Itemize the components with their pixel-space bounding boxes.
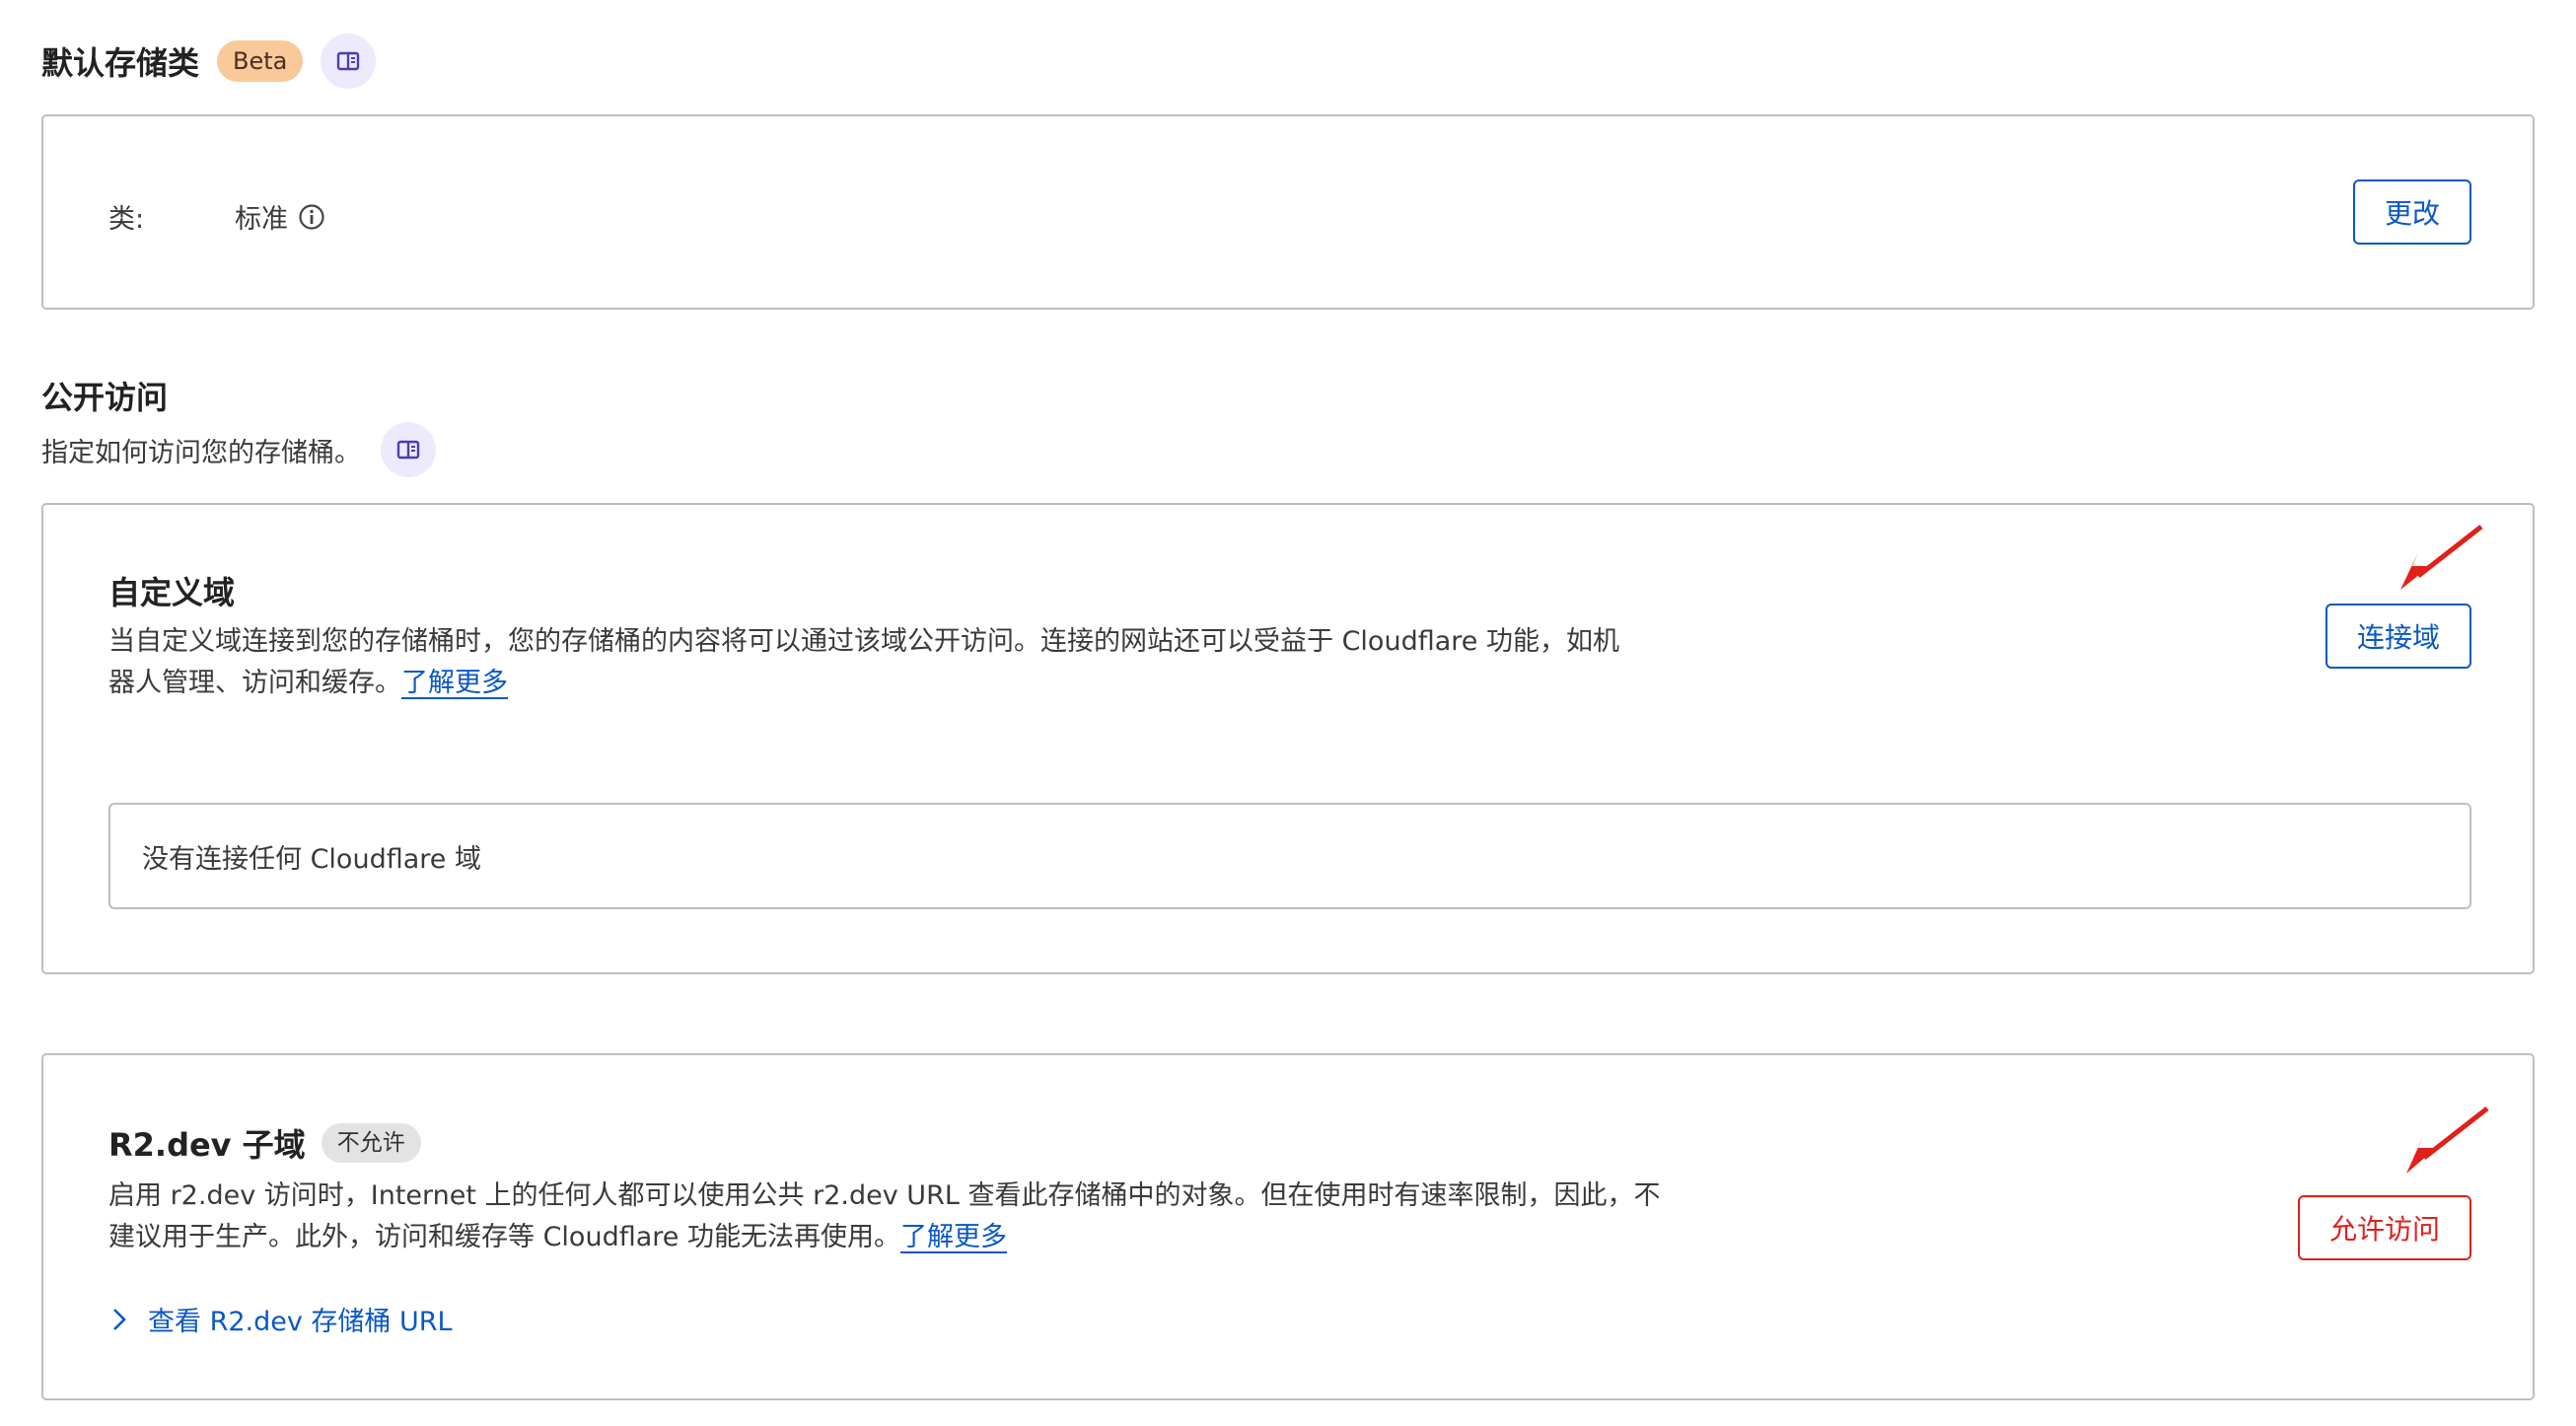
custom-domain-learn-more-link[interactable]: 了解更多 xyxy=(401,668,508,698)
custom-domain-title: 自定义域 xyxy=(108,574,236,611)
r2-dev-card: R2.dev 子域 不允许 启用 r2.dev 访问时，Internet 上的任… xyxy=(41,1053,2535,1400)
docs-button[interactable] xyxy=(321,34,377,89)
book-icon xyxy=(396,440,420,460)
class-label: 类: xyxy=(108,204,145,235)
class-value: 标准 xyxy=(235,204,288,235)
beta-badge: Beta xyxy=(217,40,304,82)
class-value-group: 标准 xyxy=(235,197,325,236)
r2-dev-desc-line1: 启用 r2.dev 访问时，Internet 上的任何人都可以使用公共 r2.d… xyxy=(108,1180,1661,1211)
custom-domain-desc-line1: 当自定义域连接到您的存储桶时，您的存储桶的内容将可以通过该域公开访问。连接的网站… xyxy=(108,626,1619,657)
allow-access-button[interactable]: 允许访问 xyxy=(2298,1195,2471,1260)
connect-domain-button[interactable]: 连接域 xyxy=(2326,604,2471,669)
view-r2-url-label: 查看 R2.dev 存储桶 URL xyxy=(148,1307,453,1337)
public-access-subtitle: 指定如何访问您的存储桶。 xyxy=(41,437,361,468)
storage-class-card: 类: 标准 更改 xyxy=(41,114,2535,310)
custom-domain-card: 自定义域 当自定义域连接到您的存储桶时，您的存储桶的内容将可以通过该域公开访问。… xyxy=(41,503,2535,974)
storage-class-title: 默认存储类 xyxy=(41,44,200,82)
info-icon[interactable] xyxy=(298,203,325,231)
red-arrow-annotation xyxy=(2406,1106,2489,1174)
r2-dev-title: R2.dev 子域 xyxy=(108,1126,306,1164)
public-access-subtitle-row: 指定如何访问您的存储桶。 xyxy=(41,422,436,477)
r2-dev-desc-line2: 建议用于生产。此外，访问和缓存等 Cloudflare 功能无法再使用。 xyxy=(108,1222,900,1252)
public-access-title: 公开访问 xyxy=(41,379,169,416)
r2-dev-description: 启用 r2.dev 访问时，Internet 上的任何人都可以使用公共 r2.d… xyxy=(108,1176,1726,1258)
view-r2-url-toggle[interactable]: 查看 R2.dev 存储桶 URL xyxy=(108,1300,453,1338)
r2-dev-learn-more-link[interactable]: 了解更多 xyxy=(900,1222,1007,1252)
chevron-right-icon xyxy=(113,1308,126,1330)
no-domain-box: 没有连接任何 Cloudflare 域 xyxy=(108,803,2471,909)
red-arrow-annotation xyxy=(2400,525,2483,590)
storage-class-header: 默认存储类 Beta xyxy=(41,34,377,89)
change-class-button[interactable]: 更改 xyxy=(2353,179,2471,245)
custom-domain-desc-line2: 器人管理、访问和缓存。 xyxy=(108,668,401,698)
no-domain-text: 没有连接任何 Cloudflare 域 xyxy=(142,843,481,875)
r2-dev-title-row: R2.dev 子域 不允许 xyxy=(108,1120,421,1166)
book-icon xyxy=(337,51,360,71)
status-badge: 不允许 xyxy=(321,1123,421,1163)
custom-domain-description: 当自定义域连接到您的存储桶时，您的存储桶的内容将可以通过该域公开访问。连接的网站… xyxy=(108,621,1726,704)
public-access-docs-button[interactable] xyxy=(381,422,436,477)
